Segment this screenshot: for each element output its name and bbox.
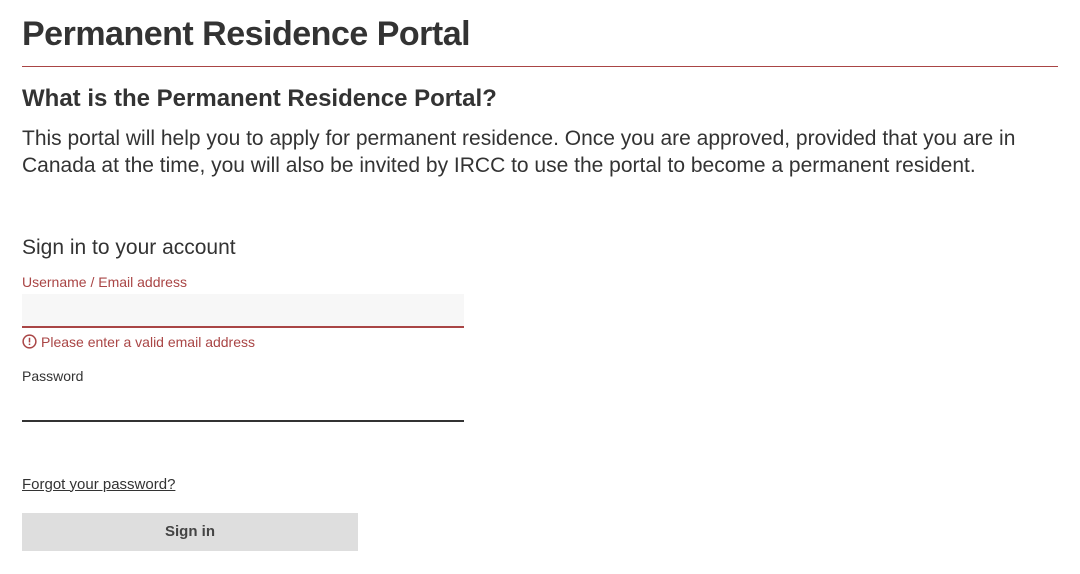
forgot-password-link[interactable]: Forgot your password? <box>22 476 175 493</box>
title-divider <box>22 66 1058 67</box>
password-label: Password <box>22 368 464 384</box>
page-title: Permanent Residence Portal <box>22 15 1058 54</box>
username-error-text: Please enter a valid email address <box>41 334 255 350</box>
username-input[interactable] <box>22 294 464 328</box>
signin-heading: Sign in to your account <box>22 236 464 260</box>
signin-button[interactable]: Sign in <box>22 513 358 551</box>
intro-text: This portal will help you to apply for p… <box>22 125 1058 180</box>
username-error: Please enter a valid email address <box>22 334 464 350</box>
username-field-group: Username / Email address Please enter a … <box>22 274 464 350</box>
password-field-group: Password <box>22 368 464 422</box>
signin-form: Sign in to your account Username / Email… <box>22 236 464 551</box>
username-label: Username / Email address <box>22 274 464 290</box>
password-input[interactable] <box>22 388 464 422</box>
error-exclamation-icon <box>22 334 37 349</box>
about-heading: What is the Permanent Residence Portal? <box>22 85 1058 113</box>
